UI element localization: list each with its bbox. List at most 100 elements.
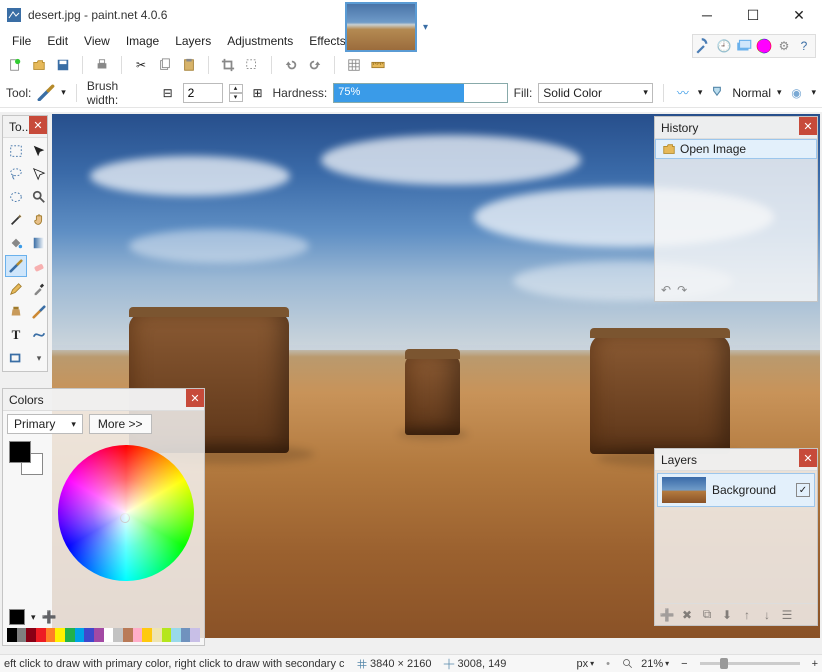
save-file-icon[interactable] — [54, 56, 72, 74]
color-wheel[interactable] — [58, 445, 194, 581]
palette-color[interactable] — [7, 628, 17, 642]
gradient-tool[interactable] — [28, 232, 50, 254]
recent-color-swatch[interactable] — [9, 609, 25, 625]
grid-icon[interactable] — [345, 56, 363, 74]
paint-bucket-tool[interactable] — [5, 232, 27, 254]
palette-color[interactable] — [94, 628, 104, 642]
merge-layer-icon[interactable]: ⬇ — [719, 607, 735, 623]
shapes-tool[interactable] — [5, 347, 27, 369]
duplicate-layer-icon[interactable]: ⧉ — [699, 607, 715, 623]
primary-color-swatch[interactable] — [9, 441, 31, 463]
palette-bar[interactable] — [7, 628, 200, 642]
blend-mode-icon[interactable] — [708, 84, 726, 102]
recent-color-dropdown[interactable]: ▾ — [31, 612, 36, 623]
current-tool-icon[interactable] — [37, 84, 55, 102]
recolor-tool[interactable] — [28, 301, 50, 323]
add-color-icon[interactable]: ➕ — [42, 610, 57, 624]
brush-width-spinner[interactable]: ▴▾ — [229, 84, 243, 102]
tool-dropdown-icon[interactable]: ▾ — [61, 87, 66, 98]
image-thumbnail[interactable] — [345, 2, 417, 52]
colors-window-icon[interactable] — [755, 37, 773, 55]
palette-color[interactable] — [133, 628, 143, 642]
print-icon[interactable] — [93, 56, 111, 74]
menu-file[interactable]: File — [4, 31, 39, 51]
palette-color[interactable] — [104, 628, 114, 642]
thumbnail-dropdown-icon[interactable]: ▾ — [423, 22, 428, 33]
unit-select[interactable]: px ▾ — [577, 658, 595, 670]
move-layer-up-icon[interactable]: ↑ — [739, 607, 755, 623]
zoom-slider[interactable] — [700, 662, 800, 665]
history-close-button[interactable]: ✕ — [799, 117, 817, 135]
palette-color[interactable] — [46, 628, 56, 642]
brush-width-input[interactable] — [183, 83, 223, 103]
help-icon[interactable]: ? — [795, 37, 813, 55]
history-window-icon[interactable]: 🕘 — [715, 37, 733, 55]
paintbrush-tool[interactable] — [5, 255, 27, 277]
layer-item[interactable]: Background ✓ — [657, 473, 815, 507]
palette-color[interactable] — [142, 628, 152, 642]
copy-icon[interactable] — [156, 56, 174, 74]
pan-tool[interactable] — [28, 209, 50, 231]
blend-dropdown[interactable]: ▾ — [777, 87, 782, 98]
zoom-display[interactable]: 21% ▾ — [622, 658, 669, 670]
layers-close-button[interactable]: ✕ — [799, 449, 817, 467]
shapes-dropdown-icon[interactable]: ▾ — [28, 347, 50, 369]
palette-color[interactable] — [65, 628, 75, 642]
pencil-tool[interactable] — [5, 278, 27, 300]
history-item[interactable]: Open Image — [655, 139, 817, 159]
more-colors-button[interactable]: More >> — [89, 414, 152, 434]
palette-color[interactable] — [190, 628, 200, 642]
palette-color[interactable] — [171, 628, 181, 642]
cut-icon[interactable]: ✂ — [132, 56, 150, 74]
redo-icon[interactable] — [306, 56, 324, 74]
zoom-out-button[interactable]: − — [681, 658, 687, 670]
history-undo-icon[interactable]: ↶ — [661, 283, 671, 297]
lasso-select-tool[interactable] — [5, 163, 27, 185]
history-redo-icon[interactable]: ↷ — [677, 283, 687, 297]
colors-close-button[interactable]: ✕ — [186, 389, 204, 407]
palette-color[interactable] — [162, 628, 172, 642]
line-tool[interactable] — [28, 324, 50, 346]
move-selected-tool[interactable] — [28, 140, 50, 162]
open-file-icon[interactable] — [30, 56, 48, 74]
close-button[interactable]: ✕ — [776, 0, 822, 30]
tools-window-icon[interactable] — [695, 37, 713, 55]
overwrite-dropdown[interactable]: ▾ — [811, 87, 816, 98]
color-wheel-cursor[interactable] — [120, 513, 130, 523]
zoom-tool[interactable] — [28, 186, 50, 208]
palette-color[interactable] — [75, 628, 85, 642]
eraser-tool[interactable] — [28, 255, 50, 277]
ellipse-select-tool[interactable] — [5, 186, 27, 208]
fill-select[interactable]: Solid Color▾ — [538, 83, 653, 103]
palette-color[interactable] — [36, 628, 46, 642]
menu-edit[interactable]: Edit — [39, 31, 76, 51]
palette-color[interactable] — [26, 628, 36, 642]
palette-color[interactable] — [17, 628, 27, 642]
rectangle-select-tool[interactable] — [5, 140, 27, 162]
color-mode-select[interactable]: Primary▾ — [7, 414, 83, 434]
layers-window-icon[interactable] — [735, 37, 753, 55]
maximize-button[interactable]: ☐ — [730, 0, 776, 30]
layer-properties-icon[interactable]: ☰ — [779, 607, 795, 623]
magic-wand-tool[interactable] — [5, 209, 27, 231]
overwrite-icon[interactable]: ◉ — [788, 84, 806, 102]
menu-layers[interactable]: Layers — [167, 31, 219, 51]
new-file-icon[interactable] — [6, 56, 24, 74]
settings-icon[interactable]: ⚙ — [775, 37, 793, 55]
palette-color[interactable] — [123, 628, 133, 642]
delete-layer-icon[interactable]: ✖ — [679, 607, 695, 623]
palette-color[interactable] — [55, 628, 65, 642]
layer-visible-checkbox[interactable]: ✓ — [796, 483, 810, 497]
clone-stamp-tool[interactable] — [5, 301, 27, 323]
move-layer-down-icon[interactable]: ↓ — [759, 607, 775, 623]
text-tool[interactable]: T — [5, 324, 27, 346]
palette-color[interactable] — [181, 628, 191, 642]
tools-close-button[interactable]: ✕ — [29, 116, 47, 134]
palette-color[interactable] — [152, 628, 162, 642]
undo-icon[interactable] — [282, 56, 300, 74]
menu-adjustments[interactable]: Adjustments — [219, 31, 301, 51]
color-swatches[interactable] — [9, 441, 43, 475]
brush-decrement-icon[interactable]: ⊟ — [159, 84, 177, 102]
palette-color[interactable] — [113, 628, 123, 642]
add-layer-icon[interactable]: ➕ — [659, 607, 675, 623]
